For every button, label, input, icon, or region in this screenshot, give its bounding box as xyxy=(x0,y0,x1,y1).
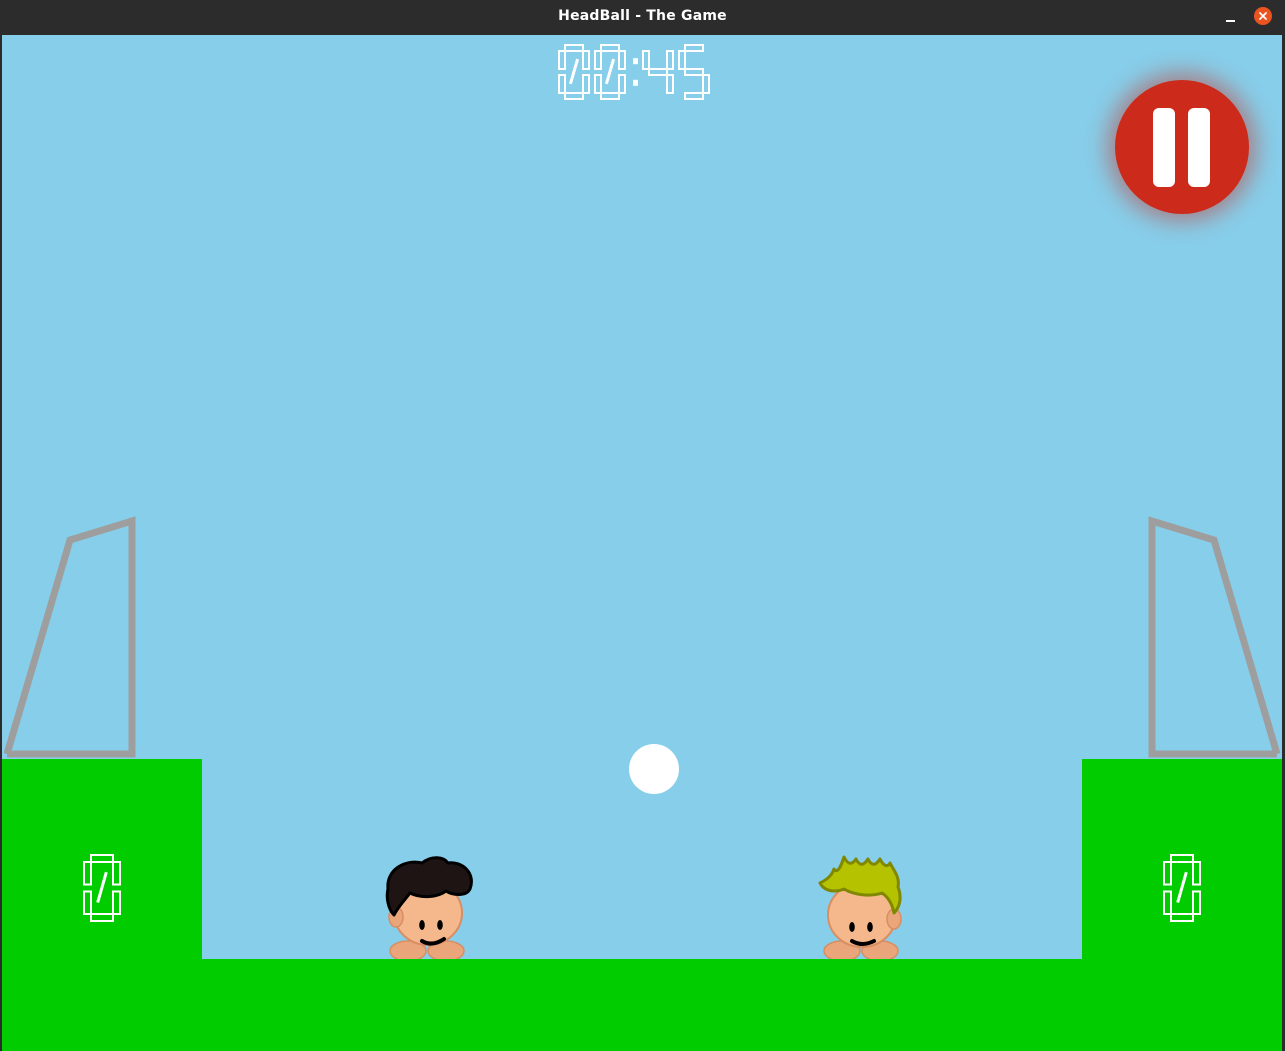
segment xyxy=(618,74,626,94)
title-bar[interactable]: HeadBall - The Game xyxy=(0,0,1285,34)
pause-icon-bar xyxy=(1188,108,1210,187)
segment xyxy=(83,890,92,915)
segment xyxy=(83,861,92,886)
segment xyxy=(594,74,602,94)
segment xyxy=(1170,913,1194,922)
segment xyxy=(112,890,121,915)
window-title: HeadBall - The Game xyxy=(558,8,727,24)
segment xyxy=(594,50,602,70)
right-score xyxy=(1160,853,1204,929)
ball xyxy=(629,744,679,794)
right-goal xyxy=(1148,516,1281,758)
left-score xyxy=(80,853,124,929)
segment xyxy=(678,50,686,70)
game-field[interactable] xyxy=(2,35,1282,1051)
segment xyxy=(600,92,620,100)
left-goal xyxy=(3,516,136,758)
segment xyxy=(564,92,584,100)
segment xyxy=(582,50,590,70)
segment xyxy=(1170,854,1194,863)
segment xyxy=(90,854,114,863)
close-button[interactable] xyxy=(1254,7,1272,25)
segment xyxy=(600,44,620,52)
pause-icon xyxy=(1153,108,1175,187)
left-player xyxy=(385,856,473,959)
segment xyxy=(666,50,674,70)
segment xyxy=(1192,861,1201,886)
segment xyxy=(666,74,674,94)
segment xyxy=(1163,890,1172,915)
segment xyxy=(558,74,566,94)
right-player xyxy=(818,855,902,959)
app-window: HeadBall - The Game xyxy=(0,0,1285,1051)
pitch-floor xyxy=(2,959,1282,1051)
segment xyxy=(684,68,704,76)
match-timer xyxy=(555,41,715,107)
segment xyxy=(582,74,590,94)
minimize-button[interactable] xyxy=(1220,6,1242,28)
pause-button[interactable] xyxy=(1115,80,1249,214)
segment xyxy=(90,913,114,922)
segment xyxy=(702,74,710,94)
segment xyxy=(1163,861,1172,886)
segment xyxy=(684,44,704,52)
segment xyxy=(558,50,566,70)
segment xyxy=(112,861,121,886)
segment xyxy=(648,68,668,76)
minimize-icon xyxy=(1226,20,1235,22)
close-icon xyxy=(1259,12,1267,20)
segment xyxy=(642,50,650,70)
segment xyxy=(564,44,584,52)
segment xyxy=(618,50,626,70)
segment xyxy=(1192,890,1201,915)
segment xyxy=(684,92,704,100)
